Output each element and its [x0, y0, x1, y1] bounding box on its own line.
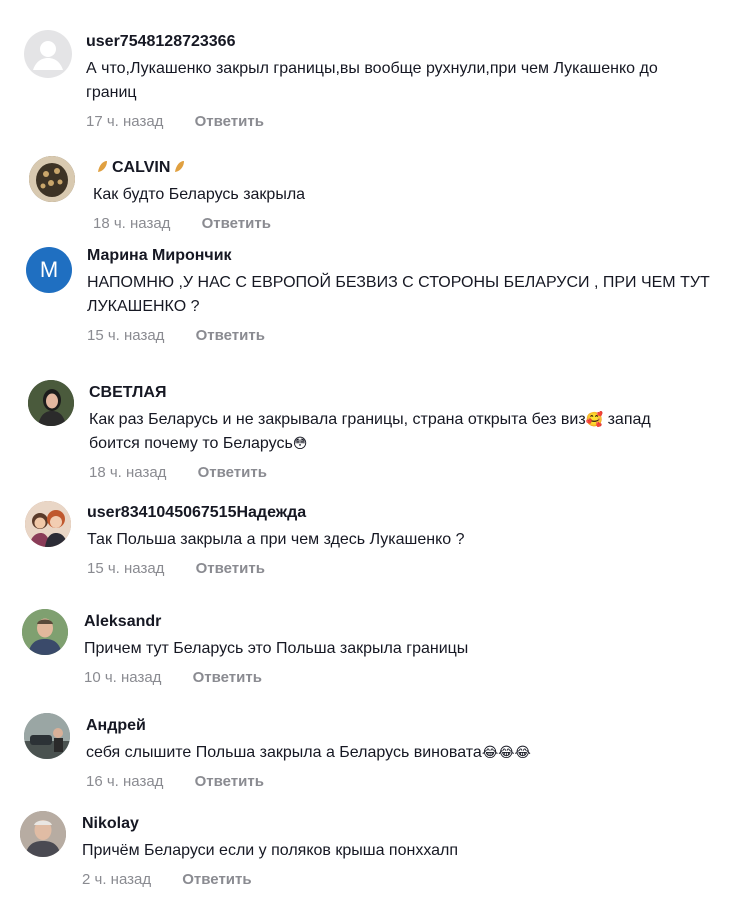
comment-username[interactable]: Андрей	[86, 716, 706, 736]
comment-text: А что,Лукашенко закрыл границы,вы вообще…	[86, 60, 658, 101]
reply-button[interactable]: Ответить	[198, 464, 267, 481]
comment-username[interactable]: user7548128723366	[86, 32, 706, 52]
leaf-icon	[175, 161, 185, 172]
tears-of-joy-icon: 😂😂😂	[481, 745, 531, 761]
comment-username[interactable]: user8341045067515Надежда	[87, 503, 707, 523]
avatar[interactable]	[28, 380, 74, 426]
reply-button[interactable]: Ответить	[193, 669, 262, 686]
comment-timestamp: 18 ч. назад	[93, 215, 171, 232]
avatar[interactable]: M	[26, 247, 72, 293]
comment-timestamp: 15 ч. назад	[87, 560, 165, 577]
avatar-letter: M	[39, 257, 59, 282]
default-avatar-icon	[33, 41, 63, 70]
flushed-face-icon: 😳	[292, 436, 308, 452]
user-photo-icon	[20, 811, 66, 857]
comment-timestamp: 16 ч. назад	[86, 773, 164, 790]
leaf-icon	[98, 161, 107, 172]
avatar[interactable]	[20, 811, 66, 857]
avatar[interactable]	[24, 30, 72, 78]
avatar[interactable]	[29, 156, 75, 202]
comment-username[interactable]: Марина Мирончик	[87, 246, 717, 266]
avatar[interactable]	[22, 609, 68, 655]
avatar[interactable]	[24, 713, 70, 759]
comment-username[interactable]: CALVIN	[93, 158, 693, 178]
comment-timestamp: 15 ч. назад	[87, 327, 165, 344]
comment-timestamp: 10 ч. назад	[84, 669, 162, 686]
user-photo-icon	[25, 501, 71, 547]
comment-text: Как раз Беларусь и не закрывала границы,…	[89, 411, 651, 452]
comment-timestamp: 17 ч. назад	[86, 113, 164, 130]
comment-text: Причем тут Беларусь это Польша закрыла г…	[84, 640, 469, 657]
comment-timestamp: 18 ч. назад	[89, 464, 167, 481]
user-photo-icon	[29, 156, 75, 202]
comment-text: Причём Беларуси если у поляков крыша пон…	[82, 842, 459, 859]
comment-text: НАПОМНЮ ,У НАС С ЕВРОПОЙ БЕЗВИЗ С СТОРОН…	[87, 274, 710, 315]
comment-username[interactable]: Nikolay	[82, 814, 702, 834]
comment-text: себя слышите Польша закрыла а Беларусь в…	[86, 744, 531, 761]
user-photo-icon	[22, 609, 68, 655]
reply-button[interactable]: Ответить	[202, 215, 271, 232]
user-photo-icon	[28, 380, 74, 426]
user-photo-icon	[24, 713, 70, 759]
reply-button[interactable]: Ответить	[182, 871, 251, 888]
reply-button[interactable]: Ответить	[196, 327, 265, 344]
reply-button[interactable]: Ответить	[195, 113, 264, 130]
smiling-face-with-hearts-icon: 🥰	[585, 412, 604, 428]
comment-timestamp: 2 ч. назад	[82, 871, 152, 888]
avatar[interactable]	[25, 501, 71, 547]
comment-username[interactable]: СВЕТЛАЯ	[89, 383, 689, 403]
comment-text: Так Польша закрыла а при чем здесь Лукаш…	[87, 531, 465, 548]
reply-button[interactable]: Ответить	[195, 773, 264, 790]
comment-text: Как будто Беларусь закрыла	[93, 186, 306, 203]
comment-username[interactable]: Aleksandr	[84, 612, 704, 632]
reply-button[interactable]: Ответить	[196, 560, 265, 577]
